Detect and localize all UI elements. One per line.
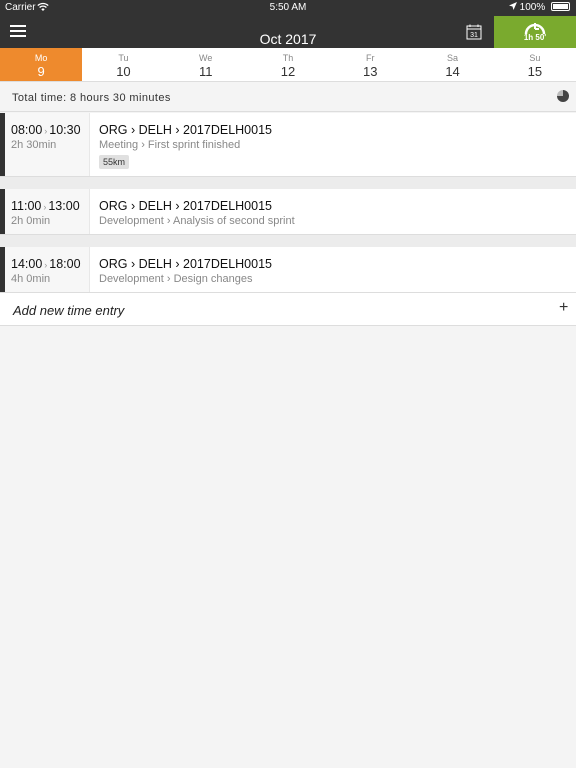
entry-duration: 2h 0min [11, 215, 51, 227]
nav-bar: Oct 2017 31 1h 50' [0, 16, 576, 48]
entry-separator [0, 177, 576, 189]
day-tuesday[interactable]: Tu 10 [82, 48, 164, 81]
entry-time-column: 08:00 › 10:30 2h 30min [5, 113, 90, 176]
timer-label: 1h 50' [523, 33, 547, 42]
chevron-right-icon: › [44, 126, 48, 136]
day-date: 13 [363, 64, 378, 79]
day-name: Su [529, 53, 541, 63]
timer-button[interactable]: 1h 50' [494, 16, 576, 48]
day-name: Th [282, 53, 294, 63]
entry-separator [0, 235, 576, 247]
battery-percent: 100% [519, 2, 546, 13]
calendar-icon[interactable]: 31 [466, 24, 482, 40]
entry-task: Development › Analysis of second sprint [99, 215, 295, 227]
add-time-entry-row[interactable]: Add new time entry + [0, 293, 576, 326]
day-monday[interactable]: Mo 9 [0, 48, 83, 81]
entry-project: ORG › DELH › 2017DELH0015 [99, 257, 272, 271]
entry-time-column: 11:00 › 13:00 2h 0min [5, 189, 90, 234]
chevron-right-icon: › [43, 202, 47, 212]
time-entry[interactable]: 14:00 › 18:00 4h 0min ORG › DELH › 2017DEL… [0, 247, 576, 293]
plus-icon[interactable]: + [559, 300, 568, 316]
day-wednesday[interactable]: We 11 [165, 48, 247, 81]
battery-icon [551, 2, 570, 11]
day-name: We [199, 53, 213, 63]
status-time: 5:50 AM [269, 2, 307, 13]
entry-end: 10:30 [49, 123, 81, 137]
total-time-bar: Total time: 8 hours 30 minutes [0, 82, 576, 112]
day-name: Sa [447, 53, 459, 63]
day-thursday[interactable]: Th 12 [247, 48, 329, 81]
total-time-label: Total time: 8 hours 30 minutes [12, 92, 171, 104]
day-date: 9 [37, 64, 45, 79]
entry-duration: 2h 30min [11, 139, 57, 151]
time-entry[interactable]: 08:00 › 10:30 2h 30min ORG › DELH › 2017DE… [0, 113, 576, 177]
entry-task: Development › Design changes [99, 273, 253, 285]
page-title: Oct 2017 [259, 31, 317, 47]
day-saturday[interactable]: Sa 14 [411, 48, 493, 81]
day-date: 12 [280, 64, 296, 79]
day-friday[interactable]: Fr 13 [329, 48, 411, 81]
entry-start: 14:00 [11, 257, 43, 271]
day-sunday[interactable]: Su 15 [494, 48, 576, 81]
pie-chart-icon[interactable] [557, 90, 569, 102]
add-time-entry-label: Add new time entry [13, 303, 125, 318]
day-date: 15 [527, 64, 543, 79]
entry-end: 18:00 [49, 257, 81, 271]
week-day-selector: Mo 9 Tu 10 We 11 Th 12 Fr 13 Sa 14 Su 15 [0, 48, 576, 82]
status-bar: Carrier 5:50 AM 100% [0, 0, 576, 16]
day-date: 11 [198, 64, 213, 79]
distance-badge: 55km [99, 155, 130, 169]
entry-time-range: 08:00 › 10:30 [11, 123, 81, 137]
chevron-right-icon: › [44, 260, 48, 270]
day-name: Mo [34, 53, 48, 63]
location-arrow-icon [508, 2, 520, 13]
entry-project: ORG › DELH › 2017DELH0015 [99, 123, 272, 137]
entry-time-range: 14:00 › 18:00 [11, 257, 81, 271]
entry-start: 11:00 [11, 199, 42, 213]
entry-start: 08:00 [11, 123, 43, 137]
entry-time-range: 11:00 › 13:00 [11, 199, 80, 213]
calendar-day-number: 31 [470, 32, 478, 39]
time-entry[interactable]: 11:00 › 13:00 2h 0min ORG › DELH › 2017DEL… [0, 189, 576, 235]
day-name: Tu [118, 53, 129, 63]
entry-end: 13:00 [48, 199, 80, 213]
day-date: 10 [116, 64, 131, 79]
entry-time-column: 14:00 › 18:00 4h 0min [5, 247, 90, 292]
day-date: 14 [445, 64, 460, 79]
entry-project: ORG › DELH › 2017DELH0015 [99, 199, 272, 213]
entry-duration: 4h 0min [11, 273, 51, 285]
day-name: Fr [366, 53, 375, 63]
entry-task: Meeting › First sprint finished [99, 139, 241, 151]
